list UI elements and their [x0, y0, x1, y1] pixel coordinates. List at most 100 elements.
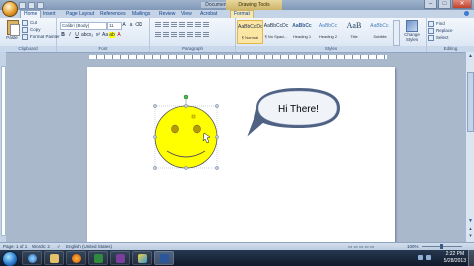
- style-name: ¶ Normal: [241, 35, 259, 40]
- align-center-icon[interactable]: [163, 32, 169, 37]
- adjust-handle[interactable]: [191, 114, 196, 119]
- tab-review[interactable]: Review: [159, 11, 175, 18]
- format-painter-button[interactable]: Format Painter: [22, 34, 60, 40]
- resize-handle[interactable]: [184, 104, 188, 108]
- increase-indent-icon[interactable]: [187, 22, 193, 27]
- select-button[interactable]: Select: [428, 35, 449, 41]
- change-case-icon[interactable]: Aa: [102, 32, 108, 38]
- minimize-button[interactable]: –: [424, 0, 437, 9]
- network-icon[interactable]: [418, 255, 423, 260]
- show-marks-icon[interactable]: [203, 22, 209, 27]
- replace-button[interactable]: Replace: [428, 28, 453, 34]
- tab-references[interactable]: References: [100, 11, 126, 18]
- taskbar-onenote[interactable]: [110, 251, 130, 265]
- strikethrough-icon[interactable]: abc: [81, 32, 89, 38]
- style-heading-1[interactable]: AaBbCc Heading 1: [289, 20, 315, 44]
- font-name-select[interactable]: Calibri (Body): [60, 22, 107, 30]
- paste-button[interactable]: Paste: [4, 20, 20, 40]
- style-title[interactable]: AaB Title: [341, 20, 367, 44]
- volume-icon[interactable]: [426, 255, 431, 260]
- taskbar-word[interactable]: [154, 251, 174, 265]
- alignment-buttons: [155, 32, 209, 37]
- resize-handle[interactable]: [153, 135, 157, 139]
- resize-handle[interactable]: [215, 166, 219, 170]
- bold-icon[interactable]: B: [60, 32, 66, 38]
- taskbar-explorer[interactable]: [44, 251, 64, 265]
- shading-icon[interactable]: [195, 32, 201, 37]
- maximize-button[interactable]: □: [438, 0, 451, 9]
- align-left-icon[interactable]: [155, 32, 161, 37]
- paint-icon: [138, 254, 147, 263]
- style-preview: AaBbCc.: [370, 23, 390, 29]
- shrink-font-icon[interactable]: a: [128, 22, 134, 28]
- highlight-icon[interactable]: ab: [109, 32, 115, 38]
- previous-page-icon[interactable]: ▴: [467, 226, 474, 232]
- change-styles-button[interactable]: Change Styles: [400, 20, 424, 44]
- bullets-icon[interactable]: [155, 22, 161, 27]
- resize-handle[interactable]: [184, 166, 188, 170]
- style-subtitle[interactable]: AaBbCc. Subtitle: [367, 20, 393, 44]
- callout-text[interactable]: Hi There!: [278, 104, 319, 115]
- font-color-icon[interactable]: A: [116, 32, 122, 38]
- resize-handle[interactable]: [215, 104, 219, 108]
- tab-view[interactable]: View: [181, 11, 192, 18]
- multilevel-list-icon[interactable]: [171, 22, 177, 27]
- underline-icon[interactable]: U: [74, 32, 80, 38]
- tab-acrobat[interactable]: Acrobat: [200, 11, 217, 18]
- help-icon[interactable]: [464, 11, 469, 16]
- font-group: Calibri (Body) 11 A a ⌫ B I U abc x₂ x² …: [57, 18, 150, 52]
- taskbar-paint[interactable]: [132, 251, 152, 265]
- zoom-slider[interactable]: [422, 244, 462, 249]
- borders-icon[interactable]: [203, 32, 209, 37]
- close-button[interactable]: ✕: [452, 0, 472, 9]
- justify-icon[interactable]: [179, 32, 185, 37]
- paste-label: Paste: [6, 35, 18, 40]
- tab-insert[interactable]: Insert: [43, 11, 56, 18]
- style-name: Subtitle: [373, 34, 387, 39]
- scroll-thumb[interactable]: [467, 72, 474, 132]
- subscript-icon[interactable]: x₂: [88, 32, 94, 38]
- style-preview: AaB: [346, 21, 362, 30]
- line-spacing-icon[interactable]: [187, 32, 193, 37]
- resize-handle[interactable]: [215, 135, 219, 139]
- align-right-icon[interactable]: [171, 32, 177, 37]
- styles-gallery-scroll[interactable]: [393, 20, 400, 46]
- cut-button[interactable]: Cut: [22, 20, 37, 26]
- superscript-icon[interactable]: x²: [95, 32, 101, 38]
- taskbar-excel[interactable]: [88, 251, 108, 265]
- clock-time: 2:22 PM: [445, 251, 465, 257]
- resize-handle[interactable]: [153, 104, 157, 108]
- horizontal-ruler[interactable]: [88, 54, 388, 60]
- show-desktop-button[interactable]: [468, 250, 474, 266]
- office-button[interactable]: [2, 1, 18, 17]
- taskbar-firefox[interactable]: [66, 251, 86, 265]
- next-page-icon[interactable]: ▾: [467, 233, 474, 239]
- scroll-up-icon[interactable]: ▲: [467, 53, 474, 59]
- italic-icon[interactable]: I: [67, 32, 73, 38]
- font-format-buttons: B I U abc x₂ x² Aa ab A: [60, 32, 122, 38]
- sort-icon[interactable]: [195, 22, 201, 27]
- tab-mailings[interactable]: Mailings: [132, 11, 150, 18]
- clipboard-group: Paste Cut Copy Format Painter Clipboard: [0, 18, 60, 52]
- style-no-spacing[interactable]: AaBbCcDc ¶ No Spaci...: [263, 20, 289, 44]
- numbering-icon[interactable]: [163, 22, 169, 27]
- clear-formatting-icon[interactable]: ⌫: [135, 22, 142, 28]
- resize-handle[interactable]: [153, 166, 157, 170]
- paragraph-group: Paragraph: [150, 18, 236, 52]
- scroll-down-icon[interactable]: ▼: [467, 218, 474, 224]
- taskbar-ie[interactable]: [22, 251, 42, 265]
- copy-button[interactable]: Copy: [22, 27, 41, 33]
- rotate-handle[interactable]: [183, 94, 189, 100]
- find-button[interactable]: Find: [428, 21, 445, 27]
- style-heading-2[interactable]: AaBbCc Heading 2: [315, 20, 341, 44]
- document-page[interactable]: Hi There!: [87, 67, 395, 247]
- document-area: Hi There!: [6, 60, 464, 247]
- font-size-select[interactable]: 11: [107, 22, 122, 30]
- grow-font-icon[interactable]: A: [121, 22, 127, 28]
- clock[interactable]: 2:22 PM 5/28/2013: [444, 251, 466, 265]
- decrease-indent-icon[interactable]: [179, 22, 185, 27]
- style-normal[interactable]: AaBbCcDc ¶ Normal: [237, 20, 263, 44]
- vertical-scrollbar[interactable]: ▲ ▼ ▴ ▾: [465, 52, 474, 242]
- tab-page-layout[interactable]: Page Layout: [66, 11, 94, 18]
- start-button[interactable]: [2, 251, 18, 266]
